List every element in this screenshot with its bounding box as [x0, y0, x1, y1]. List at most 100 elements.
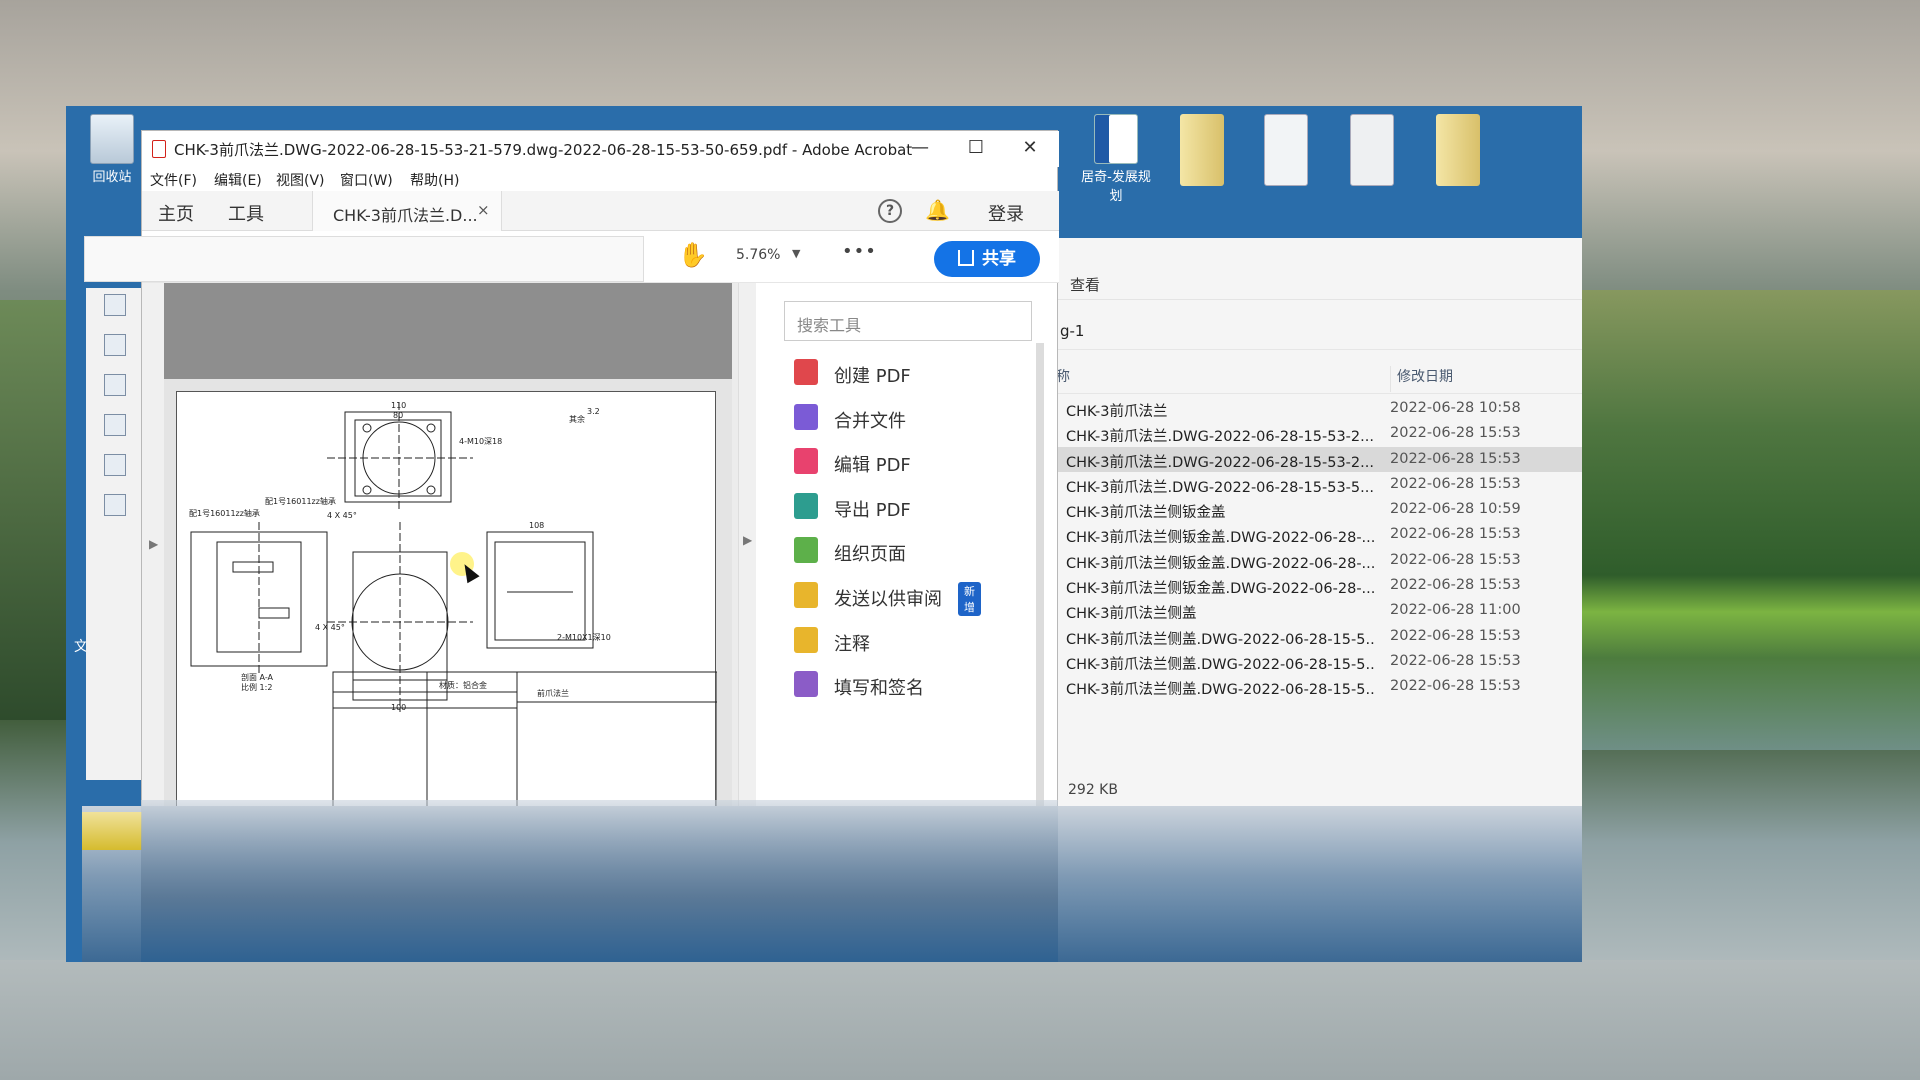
edit-pdf-icon — [794, 448, 818, 475]
zoom-dropdown-icon[interactable]: ▼ — [792, 247, 800, 260]
title-block — [332, 671, 718, 813]
share-button[interactable]: 共享 — [934, 241, 1040, 277]
menu-window[interactable]: 窗口(W) — [340, 170, 393, 190]
file-name: CHK-3前爪法兰 — [1066, 404, 1168, 420]
file-name: CHK-3前爪法兰.DWG-2022-06-28-15-53-5... — [1066, 479, 1374, 496]
ribbon-view-tab[interactable]: 查看 — [1070, 276, 1100, 294]
file-name: CHK-3前爪法兰.DWG-2022-06-28-15-53-2... — [1066, 429, 1374, 446]
hand-tool-icon[interactable]: ✋ — [678, 241, 708, 269]
more-tools-button[interactable]: ••• — [842, 241, 877, 262]
tools-search-input[interactable]: 搜索工具 — [784, 301, 1032, 341]
nav-file-icon[interactable] — [104, 494, 126, 516]
title-bar[interactable]: CHK-3前爪法兰.DWG-2022-06-28-15-53-21-579.dw… — [142, 131, 1059, 167]
column-header-date[interactable]: 修改日期 — [1390, 366, 1453, 392]
document-view[interactable]: 其余 3.2 4-M10深18 2-M10X1深10 4 X 45° 4 X 4… — [164, 283, 738, 813]
file-row[interactable]: CHK-3前爪法兰侧盖.DWG-2022-06-28-15-5... 2022-0… — [1056, 649, 1582, 674]
explorer-breadcrumb[interactable]: g-1 — [1056, 314, 1582, 350]
chamfer-callout-a: 4 X 45° — [327, 511, 357, 520]
minimize-button[interactable]: — — [892, 131, 948, 167]
organize-pages-icon — [794, 537, 818, 564]
breadcrumb-tail: g-1 — [1060, 322, 1085, 340]
file-row[interactable]: CHK-3前爪法兰侧盖.DWG-2022-06-28-15-5... 2022-0… — [1056, 624, 1582, 649]
tool-label: 注释 — [834, 633, 870, 655]
file-modified-date: 2022-06-28 15:53 — [1390, 450, 1521, 467]
file-name: CHK-3前爪法兰侧钣金盖.DWG-2022-06-28-... — [1066, 530, 1376, 547]
file-modified-date: 2022-06-28 15:53 — [1390, 627, 1521, 644]
document-tab-close-icon[interactable]: × — [477, 201, 490, 219]
file-name: CHK-3前爪法兰侧钣金盖.DWG-2022-06-28-... — [1066, 581, 1376, 598]
file-row[interactable]: CHK-3前爪法兰侧盖.DWG-2022-06-28-15-5... 2022-0… — [1056, 674, 1582, 699]
zoom-level[interactable]: 5.76% — [736, 247, 780, 263]
word-document-icon — [1094, 114, 1138, 164]
file-shortcut[interactable] — [1250, 114, 1322, 188]
file-name: CHK-3前爪法兰侧盖.DWG-2022-06-28-15-5... — [1066, 656, 1376, 673]
menu-edit[interactable]: 编辑(E) — [214, 170, 262, 190]
file-row[interactable]: CHK-3前爪法兰侧钣金盖.DWG-2022-06-28-... 2022-06-… — [1056, 573, 1582, 598]
menu-file[interactable]: 文件(F) — [150, 170, 197, 190]
file-name: CHK-3前爪法兰侧盖 — [1066, 606, 1197, 623]
tab-home[interactable]: 主页 — [158, 200, 194, 226]
collapse-right-panel-icon[interactable]: ▶ — [743, 533, 752, 547]
fill-sign-icon — [794, 671, 818, 698]
share-icon — [958, 250, 974, 266]
file-row[interactable]: CHK-3前爪法兰.DWG-2022-06-28-15-53-2... 2022-… — [1056, 446, 1582, 472]
file-icon — [1350, 114, 1394, 186]
file-shortcut-2[interactable] — [1336, 114, 1408, 188]
explorer-nav-pane — [86, 288, 142, 780]
nav-file-icon[interactable] — [104, 294, 126, 316]
help-icon[interactable]: ? — [878, 199, 902, 223]
hole-callout-top: 4-M10深18 — [459, 437, 502, 446]
part-name: 前爪法兰 — [537, 688, 569, 698]
left-panel-collapse[interactable]: ▶ — [142, 283, 164, 811]
nav-file-icon[interactable] — [104, 374, 126, 396]
file-row[interactable]: CHK-3前爪法兰侧盖 2022-06-28 11:00 — [1056, 598, 1582, 623]
file-modified-date: 2022-06-28 15:53 — [1390, 577, 1521, 594]
comment-icon — [794, 626, 818, 653]
nav-file-icon[interactable] — [104, 454, 126, 476]
recycle-bin-icon — [90, 114, 134, 164]
folder-icon — [1436, 114, 1480, 186]
file-row[interactable]: CHK-3前爪法兰侧钣金盖 2022-06-28 10:59 — [1056, 497, 1582, 522]
column-header-name[interactable]: 称 — [1056, 366, 1070, 386]
close-button[interactable]: ✕ — [1002, 131, 1058, 167]
file-row[interactable]: CHK-3前爪法兰侧钣金盖.DWG-2022-06-28-... 2022-06-… — [1056, 522, 1582, 547]
window-title: CHK-3前爪法兰.DWG-2022-06-28-15-53-21-579.dw… — [174, 141, 914, 159]
background-lake — [0, 960, 1920, 1080]
folder-shortcut-2[interactable] — [1422, 114, 1494, 188]
recycle-bin-shortcut[interactable]: 回收站 — [76, 114, 148, 185]
tool-label: 导出 PDF — [834, 499, 911, 521]
bearing-note-left: 配1号16011zz轴承 — [189, 508, 260, 518]
dim-100: 100 — [391, 703, 406, 712]
tab-tools[interactable]: 工具 — [228, 200, 264, 226]
menu-help[interactable]: 帮助(H) — [410, 170, 459, 190]
nav-file-icon[interactable] — [104, 414, 126, 436]
tools-scrollbar[interactable] — [1036, 343, 1044, 811]
file-modified-date: 2022-06-28 15:53 — [1390, 678, 1521, 695]
right-panel-collapse[interactable]: ▶ — [738, 283, 756, 811]
expand-left-panel-icon[interactable]: ▶ — [149, 537, 158, 551]
word-doc-shortcut[interactable]: 居奇-发展规划 — [1080, 114, 1152, 204]
cad-drawing-page: 其余 3.2 4-M10深18 2-M10X1深10 4 X 45° 4 X 4… — [176, 391, 718, 813]
combine-files-icon — [794, 403, 818, 430]
side-view-outline — [486, 531, 594, 649]
menu-view[interactable]: 视图(V) — [276, 170, 325, 190]
file-row[interactable]: CHK-3前爪法兰侧钣金盖.DWG-2022-06-28-... 2022-06-… — [1056, 548, 1582, 573]
maximize-button[interactable]: ☐ — [948, 131, 1004, 167]
tool-label: 发送以供审阅 — [834, 589, 942, 610]
tab-document[interactable]: CHK-3前爪法兰.D... × — [312, 191, 502, 231]
file-row[interactable]: CHK-3前爪法兰.DWG-2022-06-28-15-53-2... 2022-… — [1056, 421, 1582, 446]
file-modified-date: 2022-06-28 11:00 — [1390, 602, 1521, 619]
file-row[interactable]: CHK-3前爪法兰 2022-06-28 10:58 — [1056, 396, 1582, 421]
section-label: 剖面 A-A — [241, 672, 274, 682]
tools-pane: 搜索工具 创建 PDF 合并文件 编辑 PDF 导出 PDF 组织页面 发送以供审阅 新增注… — [774, 283, 1044, 811]
bell-icon[interactable]: 🔔 — [925, 198, 950, 222]
folder-shortcut[interactable] — [1166, 114, 1238, 188]
chamfer-callout-b: 4 X 45° — [315, 623, 345, 632]
nav-file-icon[interactable] — [104, 334, 126, 356]
file-modified-date: 2022-06-28 10:58 — [1390, 400, 1521, 416]
file-name: CHK-3前爪法兰.DWG-2022-06-28-15-53-2... — [1066, 454, 1374, 471]
floating-search-strip[interactable] — [84, 236, 644, 282]
login-button[interactable]: 登录 — [988, 200, 1024, 226]
file-row[interactable]: CHK-3前爪法兰.DWG-2022-06-28-15-53-5... 2022-… — [1056, 472, 1582, 497]
export-pdf-icon — [794, 492, 818, 519]
